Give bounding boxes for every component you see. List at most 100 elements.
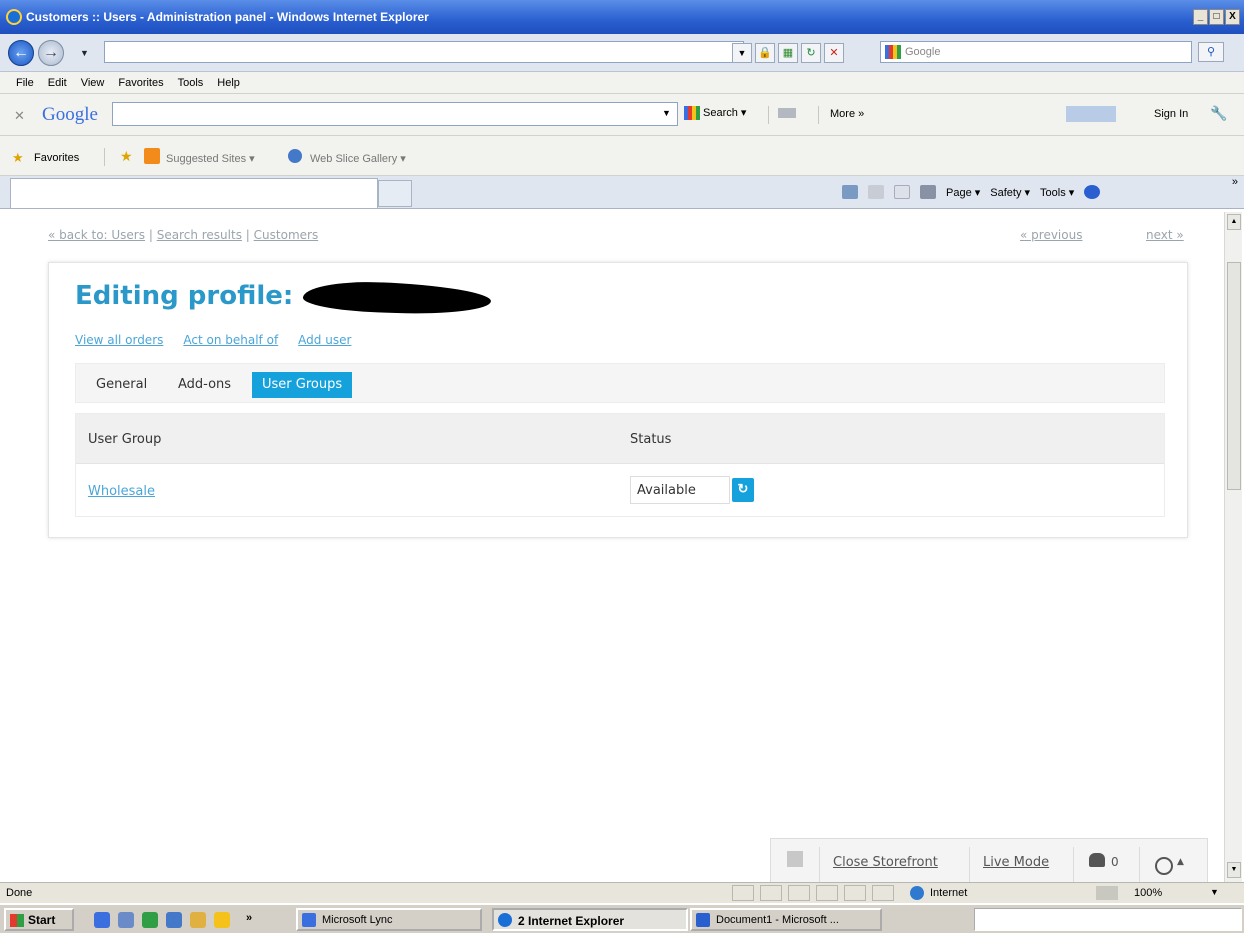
compatibility-view-icon[interactable]: ▦ <box>778 43 798 63</box>
maximize-button[interactable]: □ <box>1209 9 1224 25</box>
google-signin-button[interactable]: Sign In <box>1154 108 1188 120</box>
scroll-up-icon[interactable]: ▲ <box>1227 214 1241 230</box>
back-to-users-link[interactable]: « back to: Users <box>48 228 145 242</box>
live-mode-link[interactable]: Live Mode <box>983 855 1049 870</box>
close-window-button[interactable]: X <box>1225 9 1240 25</box>
address-dropdown-icon[interactable]: ▼ <box>732 43 752 63</box>
taskbar-internet-explorer[interactable]: 2 Internet Explorer <box>492 908 688 931</box>
word-icon <box>696 913 710 927</box>
search-results-link[interactable]: Search results <box>157 228 242 242</box>
admin-bottom-bar: Close Storefront Live Mode 0 ▲ <box>770 838 1208 882</box>
help-icon[interactable] <box>1084 185 1101 199</box>
quicklaunch-excel-icon[interactable] <box>142 912 158 928</box>
quicklaunch-outlook-icon[interactable] <box>118 912 134 928</box>
edit-icon[interactable] <box>787 851 803 867</box>
security-zone: Internet <box>930 887 968 899</box>
menu-help[interactable]: Help <box>211 72 248 93</box>
page-menu[interactable]: Page ▾ <box>946 186 980 199</box>
minimize-button[interactable]: _ <box>1193 9 1208 25</box>
menu-bar: File Edit View Favorites Tools Help <box>0 72 1244 94</box>
browser-search-input[interactable]: Google <box>880 41 1192 63</box>
suggested-sites-link[interactable]: Suggested Sites ▾ <box>166 152 255 165</box>
tools-menu[interactable]: Tools ▾ <box>1040 186 1074 199</box>
google-search-input[interactable] <box>112 102 678 126</box>
header-status: Status <box>630 432 672 447</box>
start-button[interactable]: Start <box>4 908 74 931</box>
zoom-level[interactable]: 100% <box>1134 887 1162 899</box>
quicklaunch-ie-icon[interactable] <box>94 912 110 928</box>
address-input[interactable] <box>104 41 744 63</box>
quicklaunch-folder-icon[interactable] <box>190 912 206 928</box>
history-dropdown-icon[interactable]: ▲ <box>1177 857 1184 867</box>
status-text: Done <box>6 887 33 899</box>
new-tab-button[interactable] <box>378 180 412 207</box>
zoom-dropdown-icon[interactable]: ▼ <box>1210 887 1219 897</box>
quicklaunch-more-icon[interactable]: » <box>246 912 252 924</box>
back-button[interactable]: ← <box>8 40 34 66</box>
window-titlebar: Customers :: Users - Administration pane… <box>0 0 1244 34</box>
taskbar-word[interactable]: Document1 - Microsoft ... <box>690 908 882 931</box>
favorites-star-icon[interactable]: ★ <box>12 150 24 166</box>
close-storefront-link[interactable]: Close Storefront <box>833 855 938 870</box>
stop-icon[interactable]: ✕ <box>824 43 844 63</box>
user-groups-table: User Group Status Wholesale Available ↻ <box>75 413 1165 517</box>
tab-general[interactable]: General <box>86 372 157 398</box>
window-title: Customers :: Users - Administration pane… <box>26 10 429 24</box>
taskbar-lync[interactable]: Microsoft Lync <box>296 908 482 931</box>
history-dropdown-icon[interactable]: ▼ <box>80 48 89 58</box>
status-bar: Done Internet 100% ▼ <box>0 882 1244 903</box>
google-plus-share-icon[interactable] <box>1066 106 1116 122</box>
google-search-dropdown-icon[interactable]: ▼ <box>662 108 671 118</box>
google-logo: Google <box>42 104 98 125</box>
browser-tab-active[interactable] <box>10 178 378 208</box>
scroll-down-icon[interactable]: ▼ <box>1227 862 1241 878</box>
menu-file[interactable]: File <box>10 72 42 93</box>
pagerank-icon[interactable] <box>778 108 796 118</box>
wrench-icon[interactable]: 🔧 <box>1210 105 1227 122</box>
quicklaunch-messenger-icon[interactable] <box>214 912 230 928</box>
tab-row: Page ▾ Safety ▾ Tools ▾ » <box>0 176 1244 209</box>
print-icon[interactable] <box>920 185 936 199</box>
page-title: Editing profile: <box>75 281 294 311</box>
view-all-orders-link[interactable]: View all orders <box>75 333 163 347</box>
web-slice-gallery-link[interactable]: Web Slice Gallery ▾ <box>310 152 406 165</box>
protected-mode-icon[interactable] <box>1096 886 1118 900</box>
customers-link[interactable]: Customers <box>254 228 319 242</box>
close-toolbar-icon[interactable]: ✕ <box>14 108 25 124</box>
user-group-link[interactable]: Wholesale <box>88 484 155 499</box>
history-icon[interactable] <box>1155 857 1173 875</box>
breadcrumb-separator: | <box>245 228 250 242</box>
safety-menu[interactable]: Safety ▾ <box>990 186 1030 199</box>
mail-icon[interactable] <box>894 185 910 199</box>
taskbar: Start » Microsoft Lync 2 Internet Explor… <box>0 903 1244 933</box>
quicklaunch-browser-icon[interactable] <box>166 912 182 928</box>
scroll-thumb[interactable] <box>1227 262 1241 490</box>
chevron-more-icon[interactable]: » <box>1232 176 1238 188</box>
address-toolbar: ← → ▼ ▼ 🔒 ▦ ↻ ✕ Google ⚲ <box>0 34 1244 72</box>
users-icon[interactable] <box>1089 853 1105 867</box>
vertical-scrollbar[interactable]: ▲ ▼ <box>1224 212 1242 882</box>
search-go-icon[interactable]: ⚲ <box>1198 42 1224 62</box>
previous-link[interactable]: « previous <box>1020 228 1082 242</box>
menu-view[interactable]: View <box>75 72 113 93</box>
google-more-button[interactable]: More » <box>830 108 864 120</box>
feeds-icon[interactable] <box>868 185 884 199</box>
home-icon[interactable] <box>842 185 858 199</box>
menu-tools[interactable]: Tools <box>172 72 212 93</box>
status-update-icon[interactable]: ↻ <box>732 478 754 502</box>
add-favorite-icon[interactable]: ★ <box>120 148 133 165</box>
google-toolbar: ✕ Google ▼ Search ▾ More » Sign In 🔧 <box>0 94 1244 136</box>
next-link[interactable]: next » <box>1146 228 1184 242</box>
refresh-icon[interactable]: ↻ <box>801 43 821 63</box>
menu-edit[interactable]: Edit <box>42 72 75 93</box>
favorites-button[interactable]: Favorites <box>34 152 79 164</box>
status-select[interactable]: Available <box>630 476 730 504</box>
lock-icon[interactable]: 🔒 <box>755 43 775 63</box>
act-on-behalf-link[interactable]: Act on behalf of <box>183 333 278 347</box>
menu-favorites[interactable]: Favorites <box>112 72 171 93</box>
add-user-link[interactable]: Add user <box>298 333 351 347</box>
forward-button[interactable]: → <box>38 40 64 66</box>
tab-user-groups[interactable]: User Groups <box>252 372 353 398</box>
tab-add-ons[interactable]: Add-ons <box>168 372 241 398</box>
google-search-button[interactable]: Search ▾ <box>684 106 746 121</box>
